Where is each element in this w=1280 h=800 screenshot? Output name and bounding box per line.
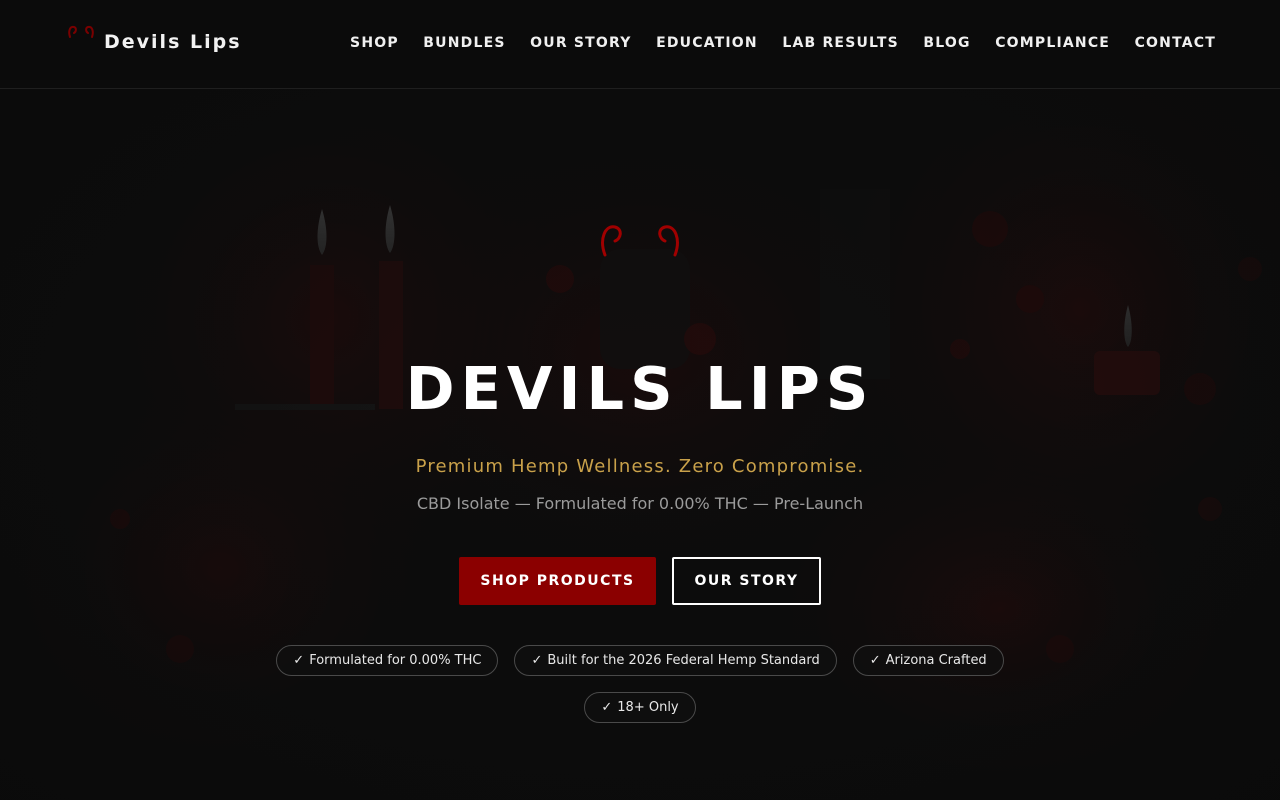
check-icon: ✓ xyxy=(601,700,613,715)
badge-thc: ✓ Formulated for 0.00% THC xyxy=(276,645,499,676)
nav-blog[interactable]: BLOG xyxy=(923,35,970,51)
nav-contact[interactable]: CONTACT xyxy=(1135,35,1216,51)
nav-lab-results[interactable]: LAB RESULTS xyxy=(782,35,899,51)
trust-badges: ✓ Formulated for 0.00% THC ✓ Built for t… xyxy=(0,645,1280,676)
nav-bundles[interactable]: BUNDLES xyxy=(423,35,505,51)
nav-education[interactable]: EDUCATION xyxy=(656,35,758,51)
badge-label: Arizona Crafted xyxy=(885,653,987,668)
brand-name: Devils Lips xyxy=(104,31,242,53)
badge-age: ✓ 18+ Only xyxy=(584,692,696,723)
badge-federal-standard: ✓ Built for the 2026 Federal Hemp Standa… xyxy=(514,645,837,676)
badge-label: 18+ Only xyxy=(617,700,679,715)
devil-horns-icon xyxy=(601,225,679,257)
hero-title: DEVILS LIPS xyxy=(405,354,875,423)
nav-shop[interactable]: SHOP xyxy=(350,35,399,51)
badge-arizona: ✓ Arizona Crafted xyxy=(852,645,1004,676)
hero-subtitle: CBD Isolate — Formulated for 0.00% THC —… xyxy=(416,494,864,513)
check-icon: ✓ xyxy=(869,653,881,668)
nav-compliance[interactable]: COMPLIANCE xyxy=(995,35,1110,51)
hero-tagline: Premium Hemp Wellness. Zero Compromise. xyxy=(415,456,865,477)
main-nav: SHOP BUNDLES OUR STORY EDUCATION LAB RES… xyxy=(326,35,1216,51)
hero-section: DEVILS LIPS Premium Hemp Wellness. Zero … xyxy=(0,89,1280,800)
badge-label: Built for the 2026 Federal Hemp Standard xyxy=(547,653,820,668)
check-icon: ✓ xyxy=(293,653,305,668)
site-header: Devils Lips SHOP BUNDLES OUR STORY EDUCA… xyxy=(0,0,1280,89)
our-story-button[interactable]: OUR STORY xyxy=(672,557,821,605)
brand-logo-link[interactable]: Devils Lips xyxy=(66,22,242,53)
badge-label: Formulated for 0.00% THC xyxy=(309,653,482,668)
check-icon: ✓ xyxy=(531,653,543,668)
trust-badges-row-2: ✓ 18+ Only xyxy=(0,692,1280,723)
nav-our-story[interactable]: OUR STORY xyxy=(530,35,631,51)
devil-horns-icon xyxy=(68,25,94,38)
shop-products-button[interactable]: SHOP PRODUCTS xyxy=(459,557,656,605)
